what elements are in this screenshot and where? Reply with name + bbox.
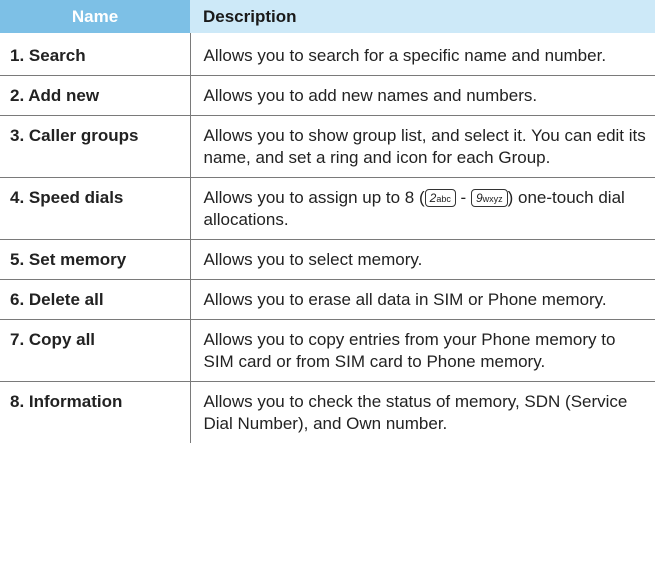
menu-item-description: Allows you to search for a specific name… <box>190 33 655 76</box>
table-row: 6. Delete all Allows you to erase all da… <box>0 279 655 320</box>
menu-item-description: Allows you to copy entries from your Pho… <box>190 319 655 382</box>
description-column-header: Description <box>190 0 655 33</box>
description-text: - <box>455 188 471 207</box>
menu-item-name: 4. Speed dials <box>0 177 191 240</box>
menu-item-name: 8. Information <box>0 381 191 443</box>
table-row: 8. Information Allows you to check the s… <box>0 381 655 443</box>
table-row: 3. Caller groups Allows you to show grou… <box>0 115 655 178</box>
table-row: 1. Search Allows you to search for a spe… <box>0 33 655 76</box>
name-column-header: Name <box>0 0 190 33</box>
table-row: 4. Speed dials Allows you to assign up t… <box>0 177 655 240</box>
menu-item-name: 2. Add new <box>0 75 191 116</box>
menu-item-description: Allows you to erase all data in SIM or P… <box>190 279 655 320</box>
key-9-icon: 9wxyz <box>470 189 508 207</box>
menu-item-description: Allows you to check the status of memory… <box>203 392 628 433</box>
key-2-icon: 2abc <box>424 189 456 207</box>
menu-item-description: Allows you to assign up to 8 (2abc - 9wx… <box>190 177 655 240</box>
menu-options-table: Name Description 1. Search Allows you to… <box>0 0 655 443</box>
menu-item-name: 7. Copy all <box>0 319 191 382</box>
menu-item-name: 6. Delete all <box>0 279 191 320</box>
table-row: 7. Copy all Allows you to copy entries f… <box>0 319 655 382</box>
menu-item-name: 1. Search <box>0 33 191 76</box>
menu-item-name: 3. Caller groups <box>0 115 191 178</box>
table-row: 2. Add new Allows you to add new names a… <box>0 75 655 116</box>
key-digit: 9 <box>475 191 483 205</box>
key-letters: abc <box>436 194 451 204</box>
menu-item-description: Allows you to add new names and numbers. <box>190 75 655 116</box>
table-row: 5. Set memory Allows you to select memor… <box>0 239 655 280</box>
description-text: Allows you to assign up to 8 ( <box>203 188 425 207</box>
menu-item-description: Allows you to select memory. <box>190 239 655 280</box>
key-letters: wxyz <box>482 194 503 204</box>
menu-item-description: Allows you to show group list, and selec… <box>190 115 655 178</box>
menu-item-name: 5. Set memory <box>0 239 191 280</box>
table-header-row: Name Description <box>0 0 655 33</box>
